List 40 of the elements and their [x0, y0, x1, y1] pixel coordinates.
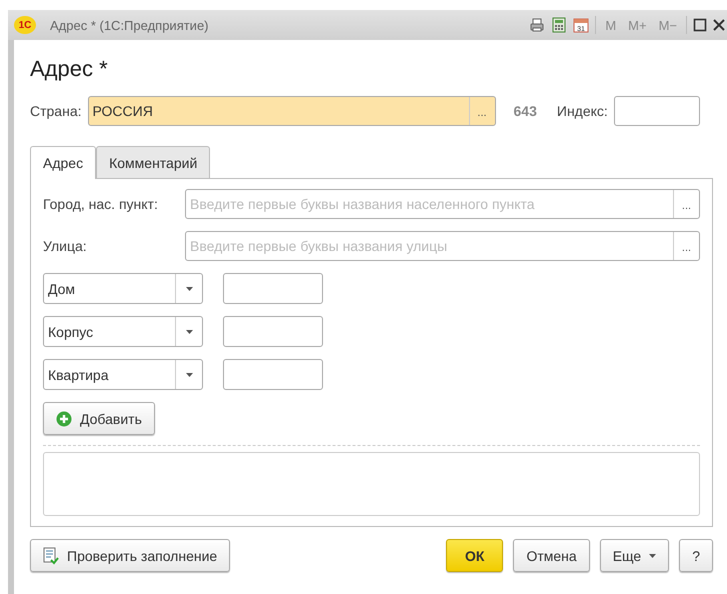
more-button[interactable]: Еще	[600, 539, 670, 572]
input-field[interactable]	[223, 316, 323, 347]
add-button[interactable]: Добавить	[43, 402, 155, 435]
dropdown[interactable]: Квартира	[43, 359, 203, 390]
tab[interactable]: Адрес	[30, 146, 96, 179]
input-field[interactable]: Введите первые буквы названия населенного пункта ...	[185, 189, 700, 219]
caret-icon	[186, 330, 192, 334]
window-title: Адрес * (1С:Предприятие)	[50, 18, 210, 32]
field-label: Улица:	[43, 238, 88, 254]
dropdown[interactable]: Дом	[43, 273, 203, 304]
caret-icon	[649, 554, 656, 558]
country-field[interactable]: РОССИЯ ...	[88, 96, 496, 126]
tab[interactable]: Комментарий	[96, 146, 210, 179]
checklist-icon	[43, 546, 59, 564]
calculator-icon[interactable]	[551, 17, 568, 33]
form-heading: Адрес *	[30, 56, 109, 82]
maximize-icon[interactable]	[693, 18, 707, 32]
input-field[interactable]	[223, 273, 323, 304]
comment-area[interactable]	[43, 452, 700, 516]
select-button[interactable]: ...	[673, 190, 699, 218]
index-field[interactable]	[614, 96, 700, 126]
field-label: Страна:	[30, 103, 82, 119]
ok-button[interactable]: ОК	[446, 539, 504, 572]
select-button[interactable]: ...	[468, 97, 495, 125]
check-button[interactable]: Проверить заполнение	[30, 539, 230, 572]
close-icon[interactable]	[713, 19, 725, 31]
cancel-button[interactable]: Отмена	[513, 539, 590, 572]
plus-icon	[56, 410, 72, 426]
input-field[interactable]: Введите первые буквы названия улицы ...	[185, 231, 700, 261]
field-label: Город, нас. пункт:	[43, 196, 159, 212]
help-button[interactable]: ?	[679, 539, 713, 572]
field-label: Индекс:	[556, 103, 608, 119]
country-code: 643	[514, 103, 537, 119]
printer-icon[interactable]	[529, 17, 546, 33]
input-field[interactable]	[223, 359, 323, 390]
caret-icon	[186, 286, 192, 290]
select-button[interactable]: ...	[673, 232, 699, 260]
app-logo: 1С	[14, 16, 36, 34]
dropdown[interactable]: Корпус	[43, 316, 203, 347]
caret-icon	[186, 372, 192, 376]
